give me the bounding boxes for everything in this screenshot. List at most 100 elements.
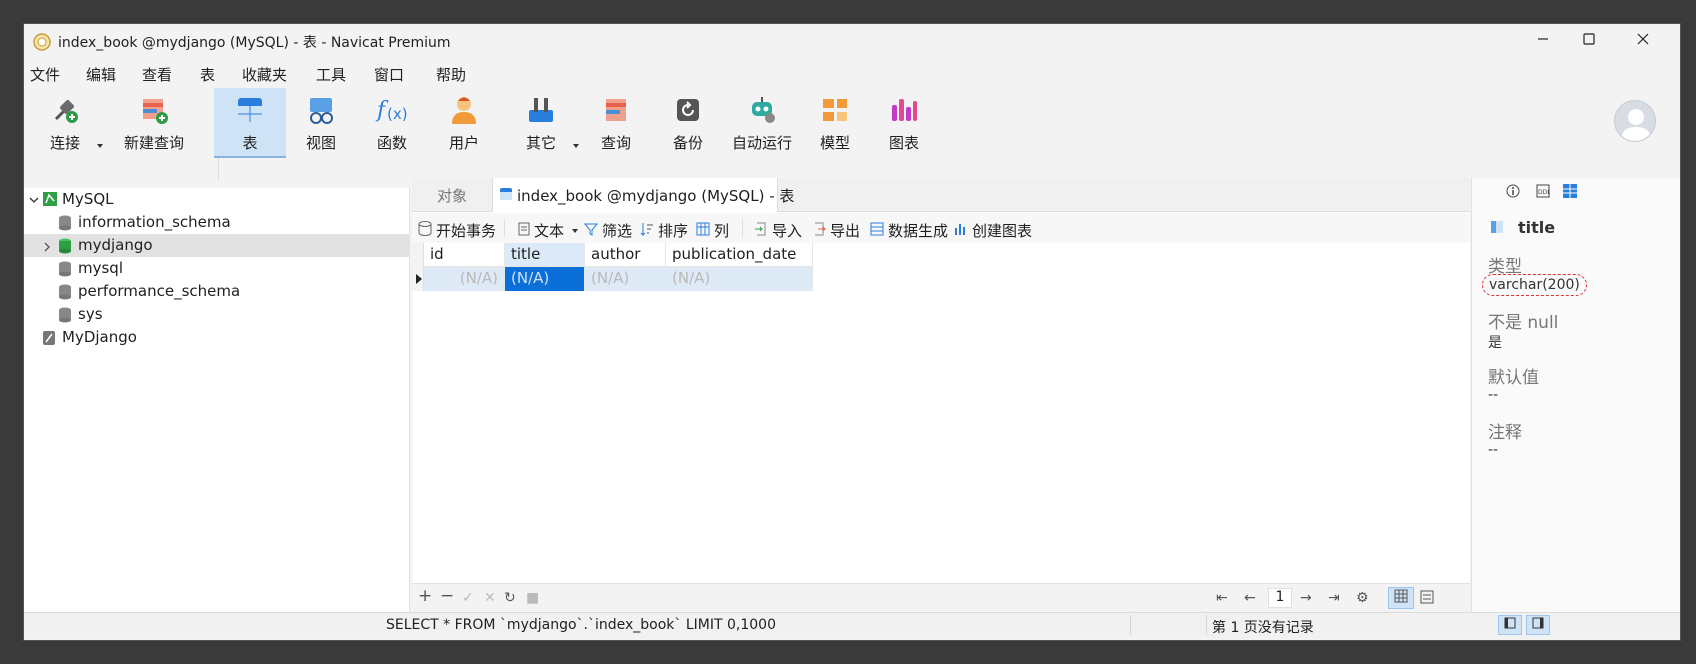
- column-header-title[interactable]: title: [505, 243, 585, 267]
- menu-favorites[interactable]: 收藏夹: [242, 64, 287, 85]
- page-number-input[interactable]: 1: [1268, 588, 1292, 608]
- field-column-icon: [1490, 220, 1504, 238]
- navicat-app-icon: [32, 32, 52, 52]
- current-row-marker-icon: [415, 273, 423, 289]
- toggle-right-panel-button[interactable]: [1526, 615, 1550, 635]
- next-page-icon[interactable]: →: [1300, 590, 1312, 606]
- toolbar-backup-button[interactable]: 备份: [660, 90, 716, 156]
- toolbar-new-query-button[interactable]: 新建查询: [108, 90, 200, 156]
- tree-connection-mydjango[interactable]: MyDjango: [24, 326, 410, 349]
- toolbar-table-button[interactable]: 表: [214, 88, 286, 158]
- tree-db-mydjango[interactable]: mydjango: [24, 234, 410, 257]
- database-icon: [58, 261, 72, 281]
- tree-db-performance-schema[interactable]: performance_schema: [24, 280, 410, 303]
- column-header-publication-date[interactable]: publication_date: [666, 243, 813, 267]
- toggle-left-panel-button[interactable]: [1498, 615, 1522, 635]
- form-view-icon[interactable]: [1420, 590, 1434, 608]
- apply-check-icon[interactable]: ✓: [462, 590, 474, 606]
- tree-connection-mysql[interactable]: MySQL: [24, 188, 410, 211]
- toolbar-label: 查询: [600, 134, 631, 152]
- refresh-icon[interactable]: ↻: [504, 590, 516, 606]
- last-page-icon[interactable]: ⇥: [1328, 590, 1340, 606]
- toolbar-model-button[interactable]: 模型: [806, 90, 864, 156]
- user-avatar[interactable]: [1614, 100, 1656, 142]
- gear-icon[interactable]: ⚙: [1356, 590, 1369, 606]
- grid-cell-title[interactable]: (N/A): [505, 267, 585, 291]
- begin-transaction-button[interactable]: 开始事务: [418, 220, 496, 241]
- info-icon[interactable]: [1506, 184, 1520, 202]
- chevron-down-icon[interactable]: [28, 192, 40, 210]
- grid-cell-publication-date[interactable]: (N/A): [666, 267, 813, 291]
- toolbar-separator: [504, 219, 505, 237]
- export-button[interactable]: 导出: [812, 220, 860, 241]
- editor-tabs: 对象 index_book @mydjango (MySQL) - 表: [412, 178, 1470, 212]
- grid-cell-author[interactable]: (N/A): [585, 267, 666, 291]
- svg-text:(x): (x): [387, 105, 408, 123]
- tree-db-mysql[interactable]: mysql: [24, 257, 410, 280]
- default-label: 默认值: [1488, 368, 1539, 388]
- toolbar-other-button[interactable]: 其它: [512, 90, 570, 156]
- toolbar-user-button[interactable]: 用户: [436, 90, 492, 156]
- connect-dropdown-caret-icon[interactable]: [97, 144, 103, 148]
- avatar-person-icon: [1615, 109, 1655, 141]
- menu-table[interactable]: 表: [200, 64, 215, 85]
- discard-x-icon[interactable]: ✕: [484, 590, 496, 606]
- column-header-id[interactable]: id: [424, 243, 505, 267]
- tab-objects[interactable]: 对象: [412, 178, 492, 212]
- tree-db-information-schema[interactable]: information_schema: [24, 211, 410, 234]
- tree-db-sys[interactable]: sys: [24, 303, 410, 326]
- minimize-button[interactable]: [1520, 24, 1566, 58]
- stop-icon[interactable]: ■: [526, 590, 539, 606]
- menu-tools[interactable]: 工具: [316, 64, 346, 85]
- column-header-author[interactable]: author: [585, 243, 666, 267]
- tree-label: information_schema: [78, 213, 231, 231]
- tab-index-book[interactable]: index_book @mydjango (MySQL) - 表: [492, 178, 794, 212]
- database-icon: [58, 284, 72, 304]
- toolbar-view-button[interactable]: 视图: [292, 90, 350, 156]
- model-icon: [817, 92, 853, 128]
- menu-window[interactable]: 窗口: [374, 64, 404, 85]
- toolbar-automation-button[interactable]: 自动运行: [726, 90, 798, 156]
- not-null-label: 不是 null: [1488, 313, 1559, 333]
- import-button[interactable]: 导入: [754, 220, 802, 241]
- navicat-window: index_book @mydjango (MySQL) - 表 - Navic…: [24, 24, 1680, 640]
- maximize-button[interactable]: [1566, 24, 1612, 58]
- database-icon: [58, 307, 72, 327]
- tree-label: sys: [78, 305, 103, 323]
- table-editor: 对象 index_book @mydjango (MySQL) - 表 开始事务…: [412, 178, 1470, 612]
- chevron-right-icon[interactable]: [42, 239, 52, 257]
- menu-view[interactable]: 查看: [142, 64, 172, 85]
- toolbar-connect-button[interactable]: 连接: [36, 90, 94, 156]
- previous-page-icon[interactable]: ←: [1244, 590, 1256, 606]
- grid-cell-id[interactable]: (N/A): [424, 267, 505, 291]
- properties-grid-icon[interactable]: [1562, 183, 1578, 203]
- grid-view-toggle[interactable]: [1388, 587, 1414, 609]
- ddl-icon[interactable]: DDL: [1536, 184, 1551, 202]
- text-view-button[interactable]: 文本: [518, 220, 579, 241]
- data-generation-button[interactable]: 数据生成: [870, 220, 948, 241]
- other-dropdown-caret-icon[interactable]: [573, 144, 579, 148]
- comment-value: --: [1488, 442, 1499, 458]
- columns-button[interactable]: 列: [696, 220, 729, 241]
- first-page-icon[interactable]: ⇤: [1216, 590, 1228, 606]
- delete-record-icon[interactable]: −: [440, 586, 454, 606]
- create-chart-button[interactable]: 创建图表: [954, 220, 1032, 241]
- tree-label: mysql: [78, 259, 123, 277]
- toolbar-chart-button[interactable]: 图表: [876, 90, 932, 156]
- menu-bar: 文件 编辑 查看 表 收藏夹 工具 窗口 帮助: [24, 58, 1680, 90]
- add-record-icon[interactable]: +: [418, 586, 432, 606]
- toolbar-function-button[interactable]: f (x) 函数: [362, 90, 422, 156]
- chart-bars-icon: [886, 92, 922, 128]
- toolbar-separator: [742, 219, 743, 237]
- begin-transaction-label: 开始事务: [436, 222, 497, 240]
- menu-file[interactable]: 文件: [30, 64, 60, 85]
- menu-edit[interactable]: 编辑: [86, 64, 116, 85]
- title-bar[interactable]: index_book @mydjango (MySQL) - 表 - Navic…: [24, 24, 1680, 58]
- columns-grid-icon: [696, 222, 710, 240]
- toolbar-query-button[interactable]: 查询: [588, 90, 644, 156]
- import-icon: [754, 222, 768, 240]
- close-button[interactable]: [1620, 24, 1666, 58]
- menu-help[interactable]: 帮助: [436, 64, 466, 85]
- sort-button[interactable]: 排序: [640, 220, 688, 241]
- filter-button[interactable]: 筛选: [583, 220, 632, 241]
